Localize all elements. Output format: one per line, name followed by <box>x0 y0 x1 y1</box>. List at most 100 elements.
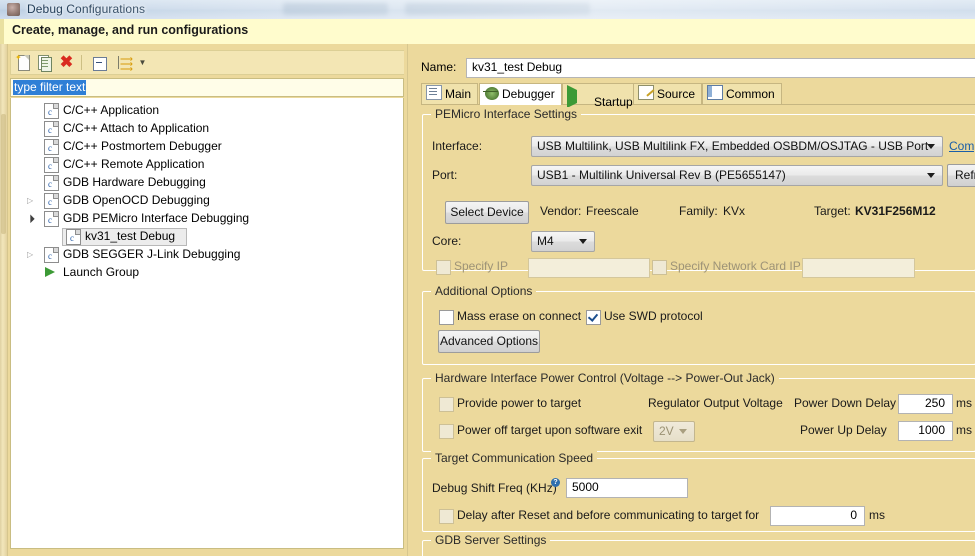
search-input-value: type filter text <box>13 80 87 95</box>
tree-item-label: kv31_test Debug <box>85 229 176 243</box>
c-config-icon <box>44 157 59 175</box>
debug-shift-freq-label: Debug Shift Freq (KHz) <box>432 481 557 495</box>
expander-collapsed-icon[interactable] <box>27 250 36 259</box>
name-field[interactable]: kv31_test Debug <box>466 58 975 78</box>
mass-erase-checkbox[interactable] <box>439 310 454 325</box>
regulator-voltage-dropdown[interactable]: 2V <box>653 421 695 442</box>
vendor-label: Vendor: <box>540 204 582 218</box>
left-scrollbar[interactable] <box>0 44 8 556</box>
pemicro-interface-settings-group: PEMicro Interface Settings Interface: US… <box>422 107 975 278</box>
chevron-down-icon <box>927 144 935 149</box>
additional-options-group: Additional Options Mass erase on connect… <box>422 284 975 365</box>
hardware-power-control-group: Hardware Interface Power Control (Voltag… <box>422 371 975 452</box>
power-down-delay-value: 250 <box>924 396 945 410</box>
collapse-all-icon[interactable] <box>91 54 108 71</box>
delay-after-reset-field[interactable]: 0 <box>770 506 865 526</box>
port-dropdown[interactable]: USB1 - Multilink Universal Rev B (PE5655… <box>531 165 943 186</box>
c-config-icon <box>44 247 59 265</box>
regulator-output-voltage-label: Regulator Output Voltage <box>648 396 783 410</box>
refresh-button[interactable]: Refresh <box>947 164 975 187</box>
c-config-icon <box>44 103 59 121</box>
search-input[interactable]: type filter text <box>10 78 404 97</box>
power-off-on-exit-checkbox[interactable] <box>439 424 454 439</box>
expander-collapsed-icon[interactable] <box>27 196 36 205</box>
specify-network-card-ip-field[interactable] <box>802 258 915 278</box>
power-down-delay-field[interactable]: 250 <box>898 394 953 414</box>
chevron-down-icon[interactable]: ▼ <box>134 54 151 71</box>
mass-erase-label: Mass erase on connect <box>457 309 582 323</box>
debugger-tab-icon <box>483 87 499 100</box>
delay-after-reset-value: 0 <box>850 508 857 522</box>
core-dropdown-value: M4 <box>537 234 554 248</box>
info-icon[interactable]: ? <box>551 478 560 487</box>
c-config-icon <box>44 175 59 193</box>
tree-item-c-cpp-attach-to-application[interactable]: C/C++ Attach to Application <box>11 119 403 139</box>
tab-debugger[interactable]: Debugger <box>479 83 562 105</box>
use-swd-checkbox[interactable] <box>586 310 601 325</box>
tab-startup[interactable]: Startup <box>562 83 640 109</box>
core-dropdown[interactable]: M4 <box>531 231 595 252</box>
compatible-devices-link[interactable]: Compatible <box>949 139 975 153</box>
delay-after-reset-checkbox[interactable] <box>439 509 454 524</box>
common-tab-icon <box>707 85 723 100</box>
specify-ip-checkbox[interactable] <box>436 260 451 275</box>
tab-main[interactable]: Main <box>421 83 479 104</box>
debugger-settings-panel: Name: kv31_test Debug Main Debugger Star… <box>413 44 975 556</box>
delay-after-reset-unit: ms <box>869 508 885 522</box>
duplicate-icon[interactable] <box>36 54 53 72</box>
chevron-down-icon <box>927 173 935 178</box>
family-value: KVx <box>723 204 746 218</box>
specify-network-card-ip-label: Specify Network Card IP <box>670 259 801 273</box>
tree-item-label: Launch Group <box>63 265 140 279</box>
power-off-on-exit-label: Power off target upon software exit <box>457 423 643 437</box>
configurations-toolbar: ✦ ✖ ⟶ ⟶ ⟶ ▼ <box>10 50 406 75</box>
specify-ip-field[interactable] <box>528 258 650 278</box>
new-launch-configuration-icon[interactable]: ✦ <box>15 54 32 71</box>
startup-tab-icon <box>567 85 591 108</box>
page-title: Create, manage, and run configurations <box>12 23 249 37</box>
specify-network-card-ip-checkbox[interactable] <box>652 260 667 275</box>
debug-shift-freq-field[interactable]: 5000 <box>566 478 688 498</box>
tree-item-kv31-test-debug[interactable]: kv31_test Debug <box>11 227 403 247</box>
configurations-tree[interactable]: C/C++ Application C/C++ Attach to Applic… <box>10 98 404 549</box>
tab-source[interactable]: Source <box>633 83 703 104</box>
toolbar-separator <box>81 55 82 70</box>
power-up-delay-value: 1000 <box>918 423 945 437</box>
advanced-options-button[interactable]: Advanced Options <box>438 330 540 353</box>
panel-divider[interactable] <box>404 44 413 556</box>
delete-icon[interactable]: ✖ <box>58 54 75 71</box>
tree-item-launch-group[interactable]: Launch Group <box>11 263 403 281</box>
tree-item-label: GDB Hardware Debugging <box>63 175 206 189</box>
filter-icon[interactable]: ⟶ ⟶ ⟶ <box>113 54 133 74</box>
tree-item-gdb-openocd-debugging[interactable]: GDB OpenOCD Debugging <box>11 191 403 211</box>
power-up-delay-field[interactable]: 1000 <box>898 421 953 441</box>
port-dropdown-value: USB1 - Multilink Universal Rev B (PE5655… <box>537 168 786 182</box>
main-tab-icon <box>426 85 442 100</box>
launch-configuration-panel: ✦ ✖ ⟶ ⟶ ⟶ ▼ type filter text c C/C++ App… <box>0 44 412 556</box>
provide-power-checkbox[interactable] <box>439 397 454 412</box>
tab-common[interactable]: Common <box>702 83 782 104</box>
tree-item-c-cpp-application[interactable]: C/C++ Application <box>11 101 403 121</box>
interface-dropdown[interactable]: USB Multilink, USB Multilink FX, Embedde… <box>531 136 943 157</box>
c-config-icon <box>66 229 81 247</box>
c-config-icon <box>44 139 59 157</box>
tree-item-c-cpp-postmortem-debugger[interactable]: C/C++ Postmortem Debugger <box>11 137 403 157</box>
tree-item-c-cpp-remote-application[interactable]: C/C++ Remote Application <box>11 155 403 175</box>
tab-label: Common <box>726 87 775 101</box>
power-up-delay-label: Power Up Delay <box>800 423 887 437</box>
select-device-button[interactable]: Select Device <box>445 201 529 224</box>
left-scrollbar-thumb[interactable] <box>1 114 6 234</box>
name-field-value: kv31_test Debug <box>472 60 563 74</box>
background-window-ghost-a <box>283 3 388 15</box>
tree-item-gdb-hardware-debugging[interactable]: GDB Hardware Debugging <box>11 173 403 193</box>
tree-item-gdb-pemicro-interface-debugging[interactable]: GDB PEMicro Interface Debugging <box>11 209 403 229</box>
tab-label: Source <box>657 87 696 101</box>
tree-item-gdb-segger-jlink-debugging[interactable]: GDB SEGGER J-Link Debugging <box>11 245 403 265</box>
interface-label: Interface: <box>432 139 483 153</box>
group-title: Hardware Interface Power Control (Voltag… <box>431 371 779 385</box>
settings-tabs: Main Debugger Startup Source Common <box>421 83 975 109</box>
expander-expanded-icon[interactable] <box>27 214 36 223</box>
vendor-value: Freescale <box>586 204 639 218</box>
group-title: PEMicro Interface Settings <box>431 107 582 121</box>
tree-item-label: C/C++ Application <box>63 103 160 117</box>
